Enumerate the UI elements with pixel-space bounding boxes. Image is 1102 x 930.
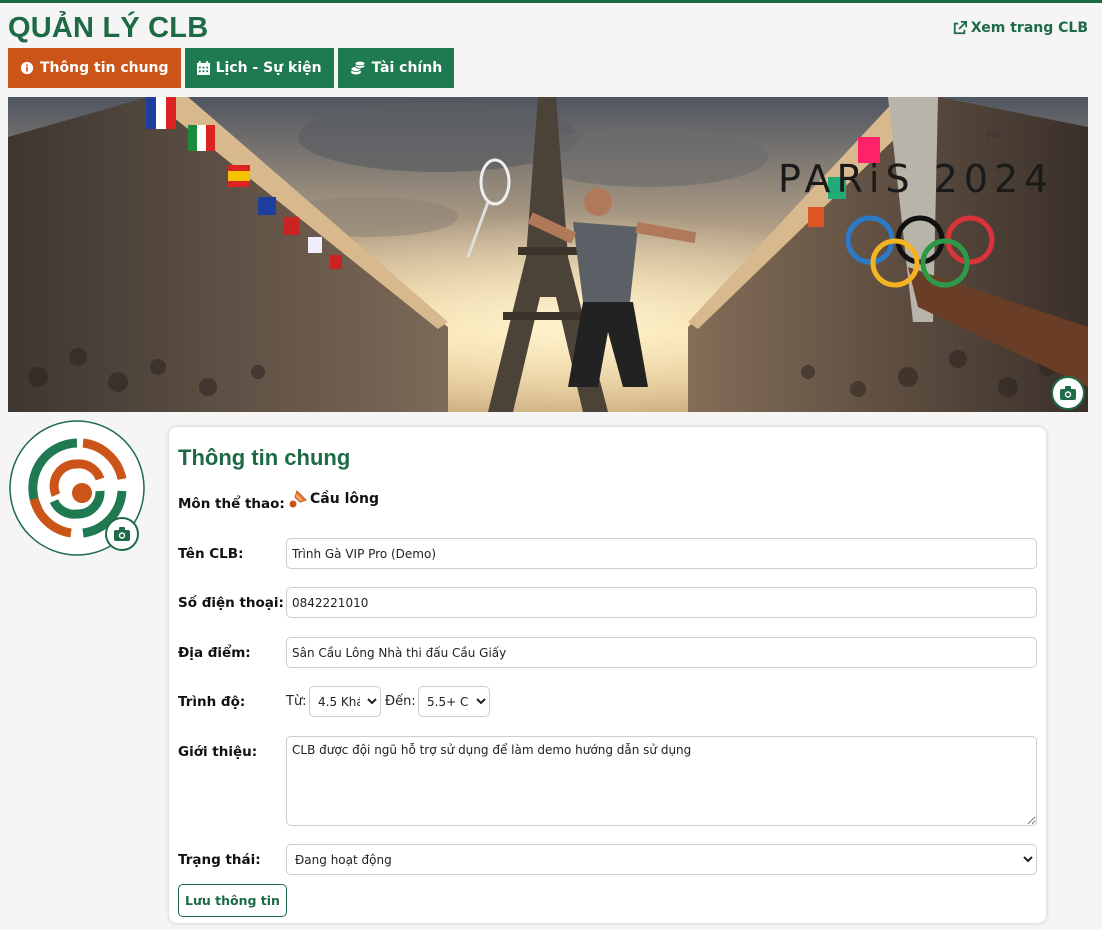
tab-label: Tài chính <box>371 60 443 76</box>
level-label: Trình độ: <box>178 694 246 710</box>
calendar-icon <box>196 61 210 75</box>
club-logo <box>8 419 146 557</box>
page-title: QUẢN LÝ CLB <box>8 12 209 44</box>
sport-value: Cầu lông <box>288 489 379 509</box>
tab-label: Lịch - Sự kiện <box>215 60 322 76</box>
level-to-select[interactable]: 5.5+ Ch <box>418 686 490 717</box>
intro-textarea[interactable]: CLB được đội ngũ hỗ trợ sử dụng để làm d… <box>286 736 1037 826</box>
tab-schedule-events[interactable]: Lịch - Sự kiện <box>184 48 334 88</box>
club-name-input[interactable] <box>286 538 1037 569</box>
coins-icon <box>350 61 366 75</box>
paris-2024-text: PARiS 2024 <box>778 157 1054 201</box>
change-cover-button[interactable] <box>1051 376 1085 410</box>
save-button[interactable]: Lưu thông tin <box>178 884 287 917</box>
cover-illustration: PARiS 2024 TM <box>8 97 1088 412</box>
phone-input[interactable] <box>286 587 1037 618</box>
shuttlecock-icon <box>289 490 307 508</box>
status-label: Trạng thái: <box>178 852 261 868</box>
info-circle-icon <box>20 61 34 75</box>
tab-label: Thông tin chung <box>40 60 169 76</box>
section-title: Thông tin chung <box>178 445 351 470</box>
sport-name: Cầu lông <box>310 491 379 507</box>
view-club-label: Xem trang CLB <box>970 20 1088 36</box>
club-name-label: Tên CLB: <box>178 546 244 562</box>
tab-bar: Thông tin chung Lịch - Sự kiện Tài chính <box>8 48 455 88</box>
external-link-icon <box>953 21 967 35</box>
level-to-label: Đến: <box>385 694 416 709</box>
cover-image: PARiS 2024 TM <box>8 97 1088 412</box>
view-club-link[interactable]: Xem trang CLB <box>953 20 1088 36</box>
general-info-card: Thông tin chung Môn thể thao: Cầu lông T… <box>169 427 1046 923</box>
trademark-text: TM <box>985 132 999 142</box>
header: QUẢN LÝ CLB Xem trang CLB <box>8 11 1088 47</box>
status-select[interactable]: Đang hoạt động <box>286 844 1037 875</box>
sport-label: Môn thể thao: <box>178 496 285 512</box>
tab-general-info[interactable]: Thông tin chung <box>8 48 181 88</box>
intro-label: Giới thiệu: <box>178 744 258 760</box>
tab-finance[interactable]: Tài chính <box>337 48 455 88</box>
camera-icon <box>114 527 130 541</box>
location-label: Địa điểm: <box>178 645 251 661</box>
change-logo-button[interactable] <box>105 517 139 551</box>
location-input[interactable] <box>286 637 1037 668</box>
level-from-select[interactable]: 4.5 Khá <box>309 686 381 717</box>
phone-label: Số điện thoại: <box>178 595 284 611</box>
camera-icon <box>1060 386 1076 400</box>
level-from-label: Từ: <box>286 694 307 709</box>
